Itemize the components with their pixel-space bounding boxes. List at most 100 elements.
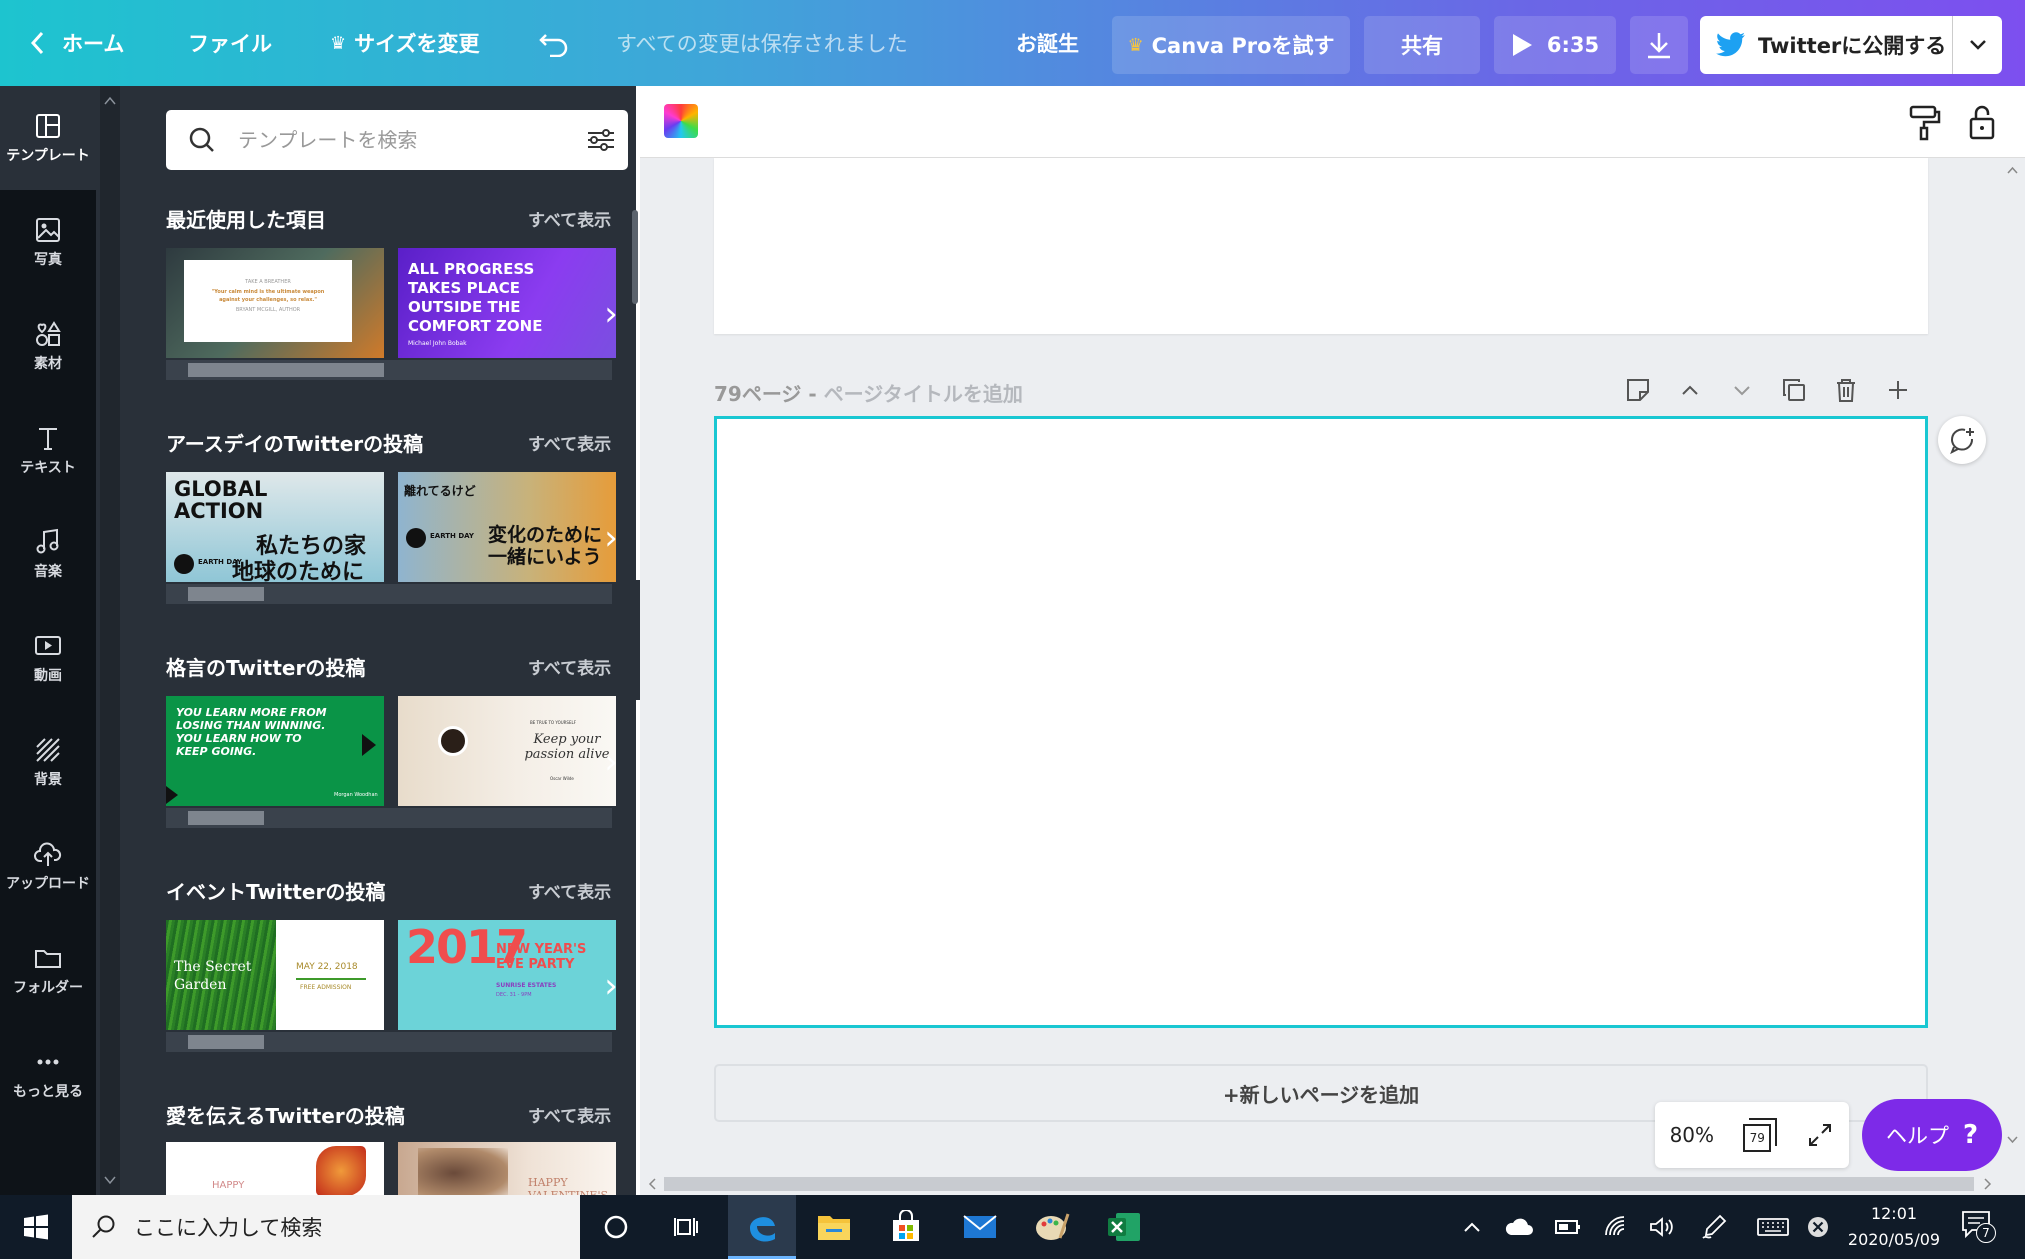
previous-page[interactable] [714, 158, 1928, 334]
comment-button[interactable] [1938, 416, 1986, 464]
lock-icon[interactable] [1966, 102, 1998, 142]
scroll-thumb[interactable] [188, 363, 384, 377]
nav-photos[interactable]: 写真 [0, 190, 96, 294]
template-thumbnail[interactable]: The Secret Garden MAY 22, 2018 FREE ADMI… [166, 920, 384, 1030]
template-thumbnail[interactable]: BE TRUE TO YOURSELF Keep your passion al… [398, 696, 616, 806]
store-app[interactable] [872, 1195, 940, 1259]
excel-app[interactable] [1090, 1195, 1158, 1259]
scroll-right-arrow[interactable]: › [598, 294, 624, 334]
nav-uploads[interactable]: アップロード [0, 814, 96, 918]
nav-elements[interactable]: 素材 [0, 294, 96, 398]
help-button[interactable]: ヘルプ ? [1862, 1099, 2002, 1171]
start-button[interactable] [2, 1195, 70, 1259]
template-thumbnail[interactable]: TAKE A BREATHER "Your calm mind is the u… [166, 248, 384, 358]
home-button[interactable]: ホーム [30, 0, 124, 86]
keyboard-icon[interactable] [1756, 1217, 1790, 1237]
nav-music[interactable]: 音楽 [0, 502, 96, 606]
scroll-right-arrow[interactable]: › [598, 966, 624, 1006]
task-view-button[interactable] [652, 1195, 720, 1259]
volume-icon[interactable] [1648, 1215, 1676, 1239]
scroll-thumb[interactable] [188, 1035, 264, 1049]
system-clock[interactable]: 12:01 2020/05/09 [1834, 1201, 1954, 1253]
publish-main[interactable]: Twitterに公開する [1700, 16, 1953, 74]
publish-twitter-button[interactable]: Twitterに公開する [1700, 16, 2002, 74]
see-all-link[interactable]: すべて表示 [528, 206, 611, 231]
chevron-up-icon[interactable] [1676, 376, 1704, 404]
template-thumbnail[interactable]: HAPPY VALENTINE'S [398, 1142, 616, 1195]
section-scrollbar[interactable] [166, 584, 612, 604]
undo-button[interactable] [538, 0, 570, 86]
nav-text[interactable]: テキスト [0, 398, 96, 502]
page-title-input[interactable]: ページタイトルを追加 [824, 382, 1023, 406]
paint-app[interactable] [1018, 1195, 1086, 1259]
nav-videos[interactable]: 動画 [0, 606, 96, 710]
scroll-thumb[interactable] [188, 587, 264, 601]
mail-icon [963, 1215, 997, 1238]
section-scrollbar[interactable] [166, 360, 612, 380]
share-button[interactable]: 共有 [1364, 16, 1480, 74]
chevron-up-icon[interactable] [1460, 1215, 1484, 1239]
taskbar-search[interactable]: ここに入力して検索 [72, 1195, 580, 1259]
explorer-app[interactable] [800, 1195, 868, 1259]
template-thumbnail[interactable]: 離れてるけど 変化のために 一緒にいよう EARTH DAY [398, 472, 616, 582]
notification-center[interactable]: 7 [1960, 1209, 1996, 1245]
try-pro-button[interactable]: ♛ Canva Proを試す [1112, 16, 1350, 74]
file-menu[interactable]: ファイル [188, 0, 272, 86]
template-thumbnail[interactable]: 2017 NEW YEAR'S EVE PARTY SUNRISE ESTATE… [398, 920, 616, 1030]
design-title[interactable]: お誕生 [1016, 0, 1079, 86]
duplicate-icon[interactable] [1780, 376, 1808, 404]
panel-scroll-thumb[interactable] [632, 210, 638, 304]
template-search-input[interactable] [236, 127, 572, 153]
nav-templates[interactable]: テンプレート [0, 86, 96, 190]
see-all-link[interactable]: すべて表示 [528, 878, 611, 903]
scroll-right-icon [1984, 1178, 1992, 1190]
chevron-down-icon[interactable] [1728, 376, 1756, 404]
nav-background[interactable]: 背景 [0, 710, 96, 814]
nav-folders[interactable]: フォルダー [0, 918, 96, 1022]
template-thumbnail[interactable]: GLOBAL ACTION 私たちの家 地球のために EARTH DAY [166, 472, 384, 582]
edge-app[interactable] [728, 1195, 796, 1259]
pen-icon[interactable] [1700, 1213, 1728, 1241]
editor-toolbar [640, 86, 2025, 158]
scroll-right-arrow[interactable]: › [598, 518, 624, 558]
close-circle-icon[interactable] [1806, 1215, 1830, 1239]
color-picker-button[interactable] [664, 104, 698, 138]
nav-more[interactable]: もっと見る [0, 1022, 96, 1126]
see-all-link[interactable]: すべて表示 [528, 654, 611, 679]
wifi-icon[interactable] [1602, 1215, 1630, 1239]
note-icon[interactable] [1624, 376, 1652, 404]
page-header: 79ページ - ページタイトルを追加 [714, 378, 1023, 407]
hscroll-thumb[interactable] [664, 1177, 1974, 1191]
section-scrollbar[interactable] [166, 1032, 612, 1052]
publish-options-button[interactable] [1953, 39, 2002, 51]
template-thumbnail[interactable]: YOU LEARN MORE FROM LOSING THAN WINNING.… [166, 696, 384, 806]
onedrive-icon[interactable] [1504, 1215, 1534, 1239]
trash-icon[interactable] [1832, 376, 1860, 404]
cortana-button[interactable] [582, 1195, 650, 1259]
canvas-vscrollbar[interactable] [2000, 158, 2025, 1195]
section-scrollbar[interactable] [166, 808, 612, 828]
template-search[interactable] [166, 110, 628, 170]
scroll-right-arrow[interactable]: › [598, 742, 624, 782]
see-all-link[interactable]: すべて表示 [528, 430, 611, 455]
current-page[interactable] [714, 416, 1928, 1028]
fullscreen-icon[interactable] [1806, 1121, 1834, 1149]
template-thumbnail[interactable]: HAPPY [166, 1142, 384, 1195]
page-grid-button[interactable]: 79 [1743, 1118, 1778, 1152]
nav-label: 動画 [34, 668, 62, 684]
scroll-thumb[interactable] [188, 811, 264, 825]
resize-button[interactable]: ♛ サイズを変更 [330, 0, 480, 86]
download-button[interactable] [1630, 16, 1688, 74]
panel-scrollbar[interactable] [100, 86, 120, 1195]
see-all-link[interactable]: すべて表示 [528, 1102, 611, 1127]
template-thumbnail[interactable]: ALL PROGRESS TAKES PLACE OUTSIDE THE COM… [398, 248, 616, 358]
zoom-controls: 80% 79 [1655, 1102, 1849, 1168]
battery-icon[interactable] [1554, 1217, 1582, 1237]
mail-app[interactable] [946, 1195, 1014, 1259]
filter-icon[interactable] [572, 125, 628, 155]
canvas-hscrollbar[interactable] [640, 1173, 2000, 1195]
present-button[interactable]: 6:35 [1494, 16, 1616, 74]
zoom-level[interactable]: 80% [1670, 1123, 1714, 1147]
add-icon[interactable] [1884, 376, 1912, 404]
paint-roller-icon[interactable] [1908, 104, 1942, 142]
